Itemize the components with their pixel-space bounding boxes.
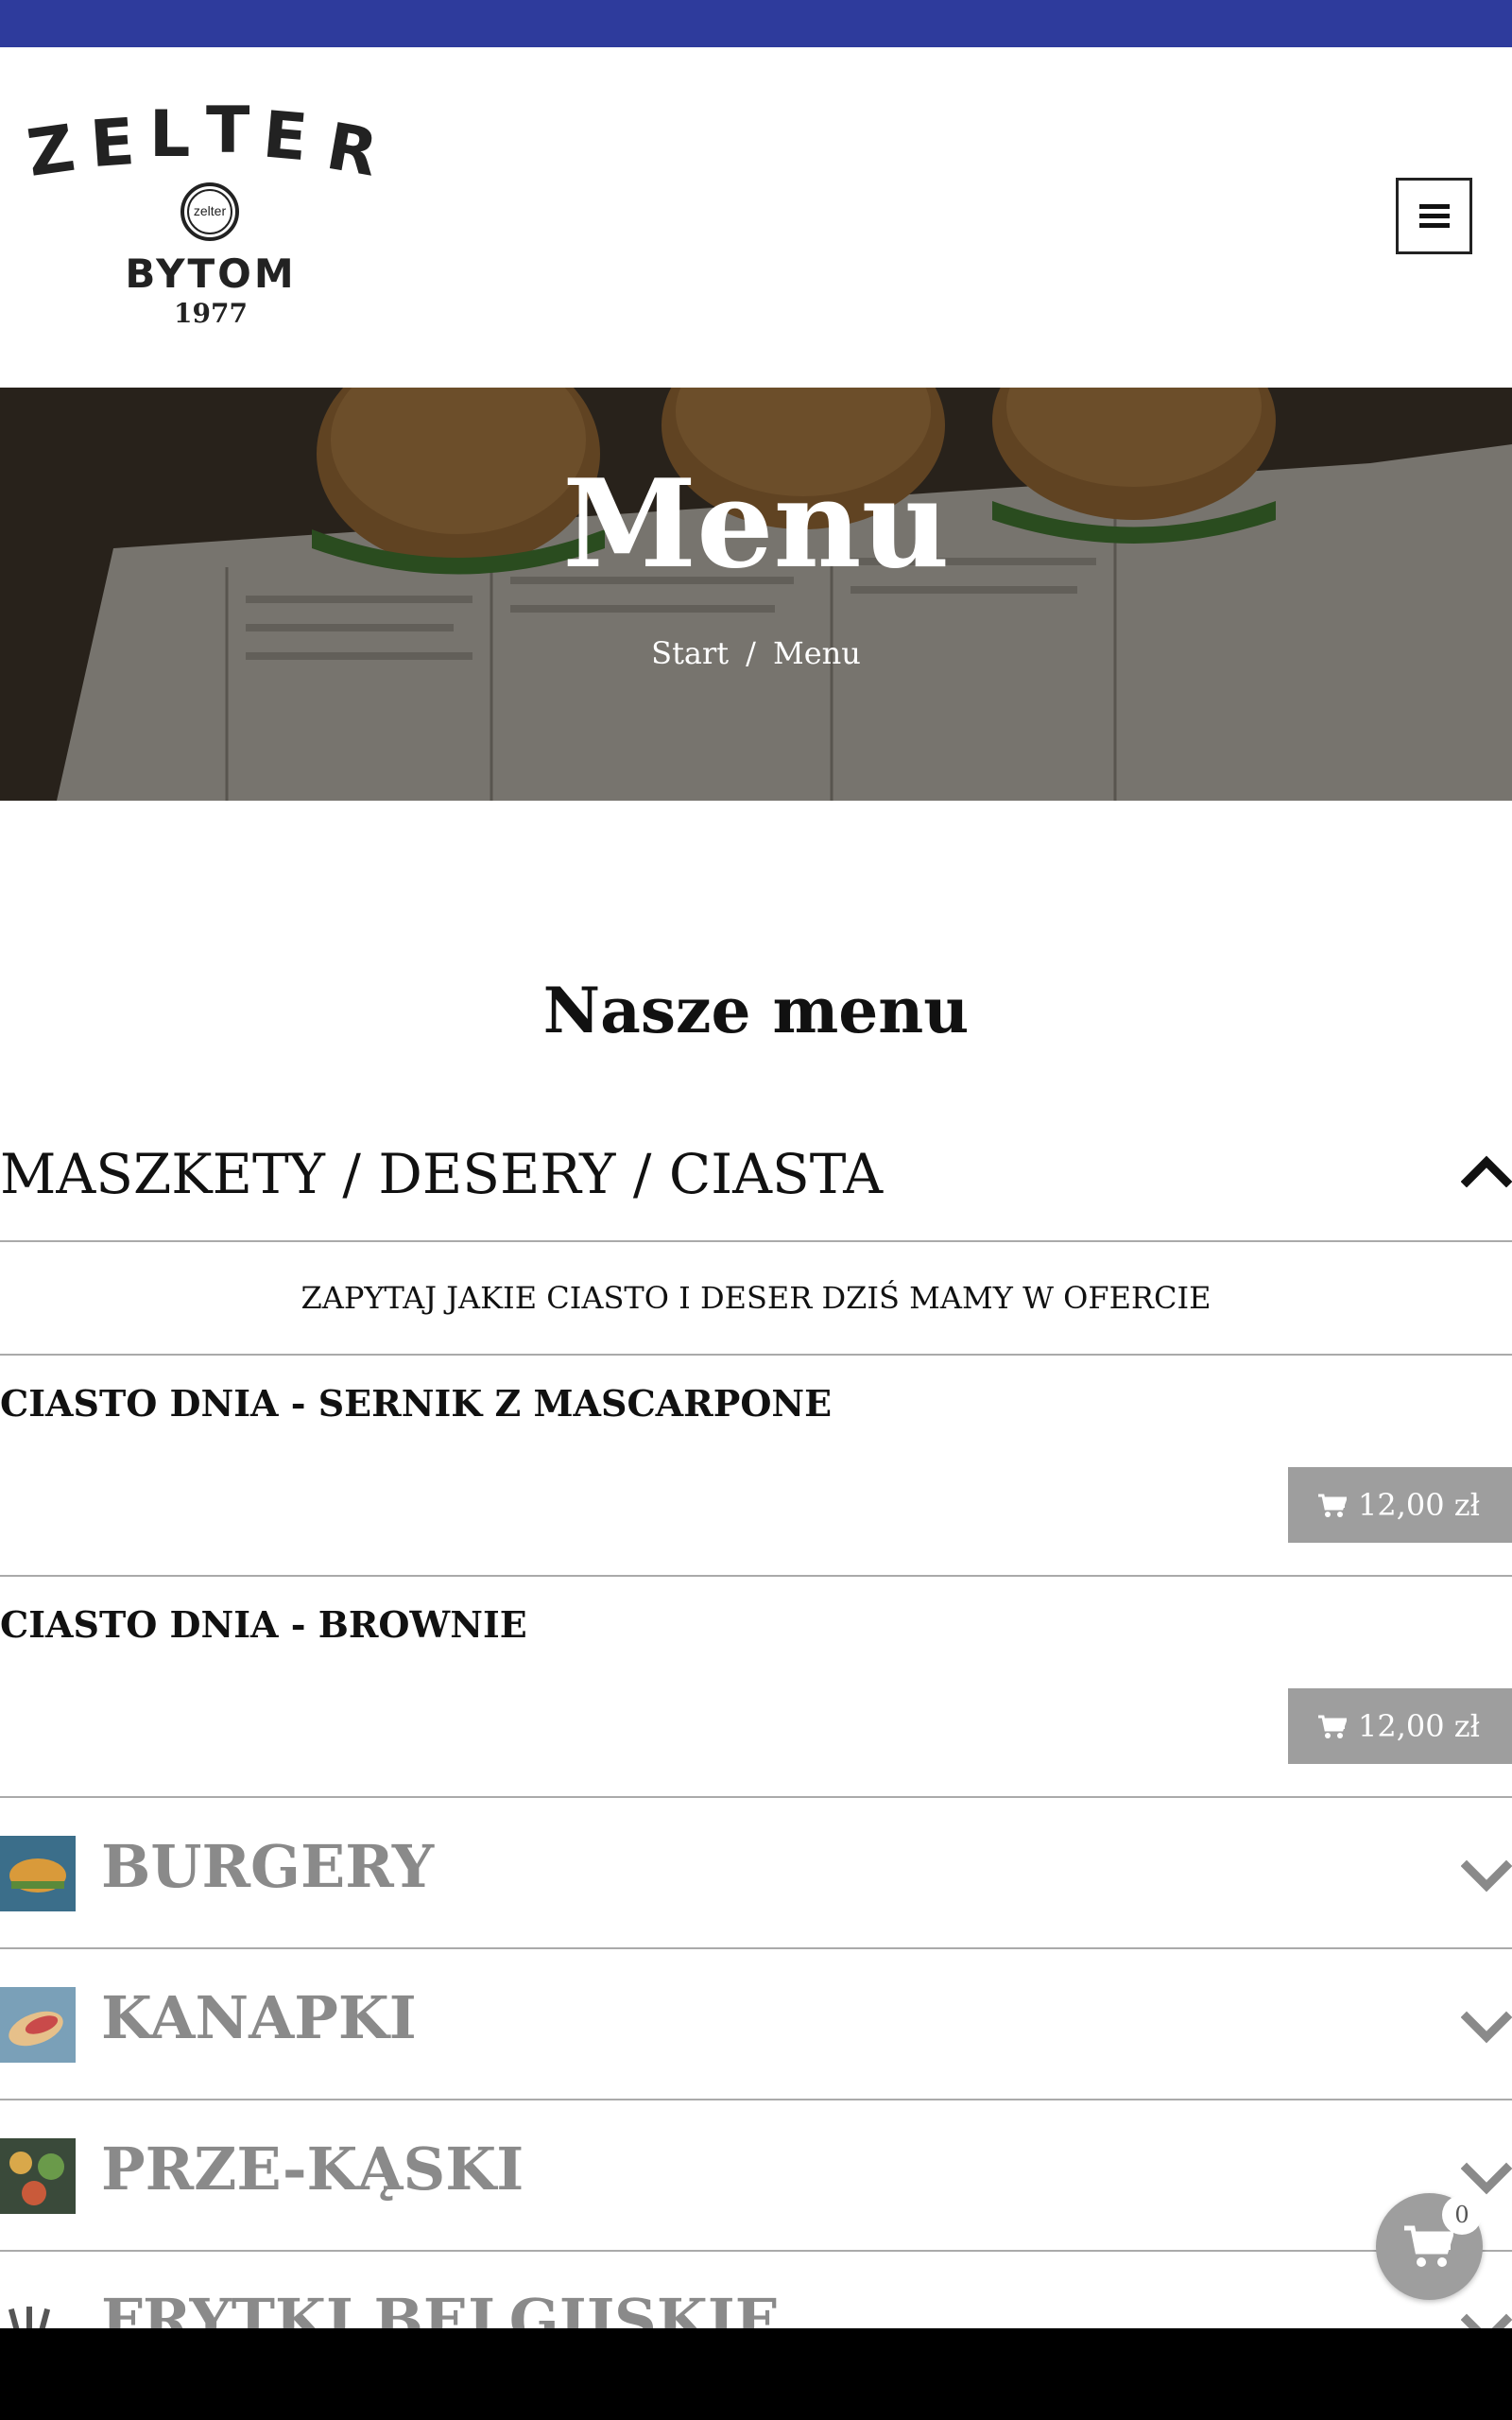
svg-text:E: E <box>260 99 310 176</box>
menu-item-name: CIASTO DNIA - SERNIK Z MASCARPONE <box>0 1382 833 1425</box>
category-kanapki[interactable]: KANAPKI <box>0 1949 1512 2100</box>
cart-count-badge: 0 <box>1442 2195 1482 2235</box>
logo[interactable]: Z E L T E R zelter BYTOM 1977 <box>26 99 395 336</box>
category-name: MASZKETY / DESERY / CIASTA <box>0 1142 884 1206</box>
chevron-down-icon <box>1461 2011 1512 2044</box>
add-to-cart-button[interactable]: 12,00 zł <box>1288 1688 1512 1764</box>
cart-icon <box>1318 1494 1347 1517</box>
chevron-up-icon <box>1461 1155 1512 1187</box>
logo-badge: zelter <box>180 182 239 241</box>
price-label: 12,00 zł <box>1358 1708 1481 1744</box>
svg-text:E: E <box>88 105 137 182</box>
price-label: 12,00 zł <box>1358 1487 1481 1523</box>
category-thumbnail <box>0 2138 76 2214</box>
category-thumbnail <box>0 1987 76 2063</box>
menu-toggle-button[interactable] <box>1396 178 1472 254</box>
breadcrumb-home-link[interactable]: Start <box>651 635 729 671</box>
category-name: BURGERY <box>101 1832 435 1901</box>
section-heading: Nasze menu <box>542 974 970 1047</box>
logo-year: 1977 <box>174 298 248 329</box>
category-name: PRZE-KĄSKI <box>101 2135 524 2204</box>
site-header: Z E L T E R zelter BYTOM 1977 <box>0 47 1512 388</box>
svg-text:L: L <box>149 99 190 172</box>
category-thumbnail <box>0 1836 76 1911</box>
breadcrumb-current: Menu <box>772 635 861 671</box>
menu-item: CIASTO DNIA - SERNIK Z MASCARPONE 12,00 … <box>0 1356 1512 1577</box>
logo-city: BYTOM <box>125 251 297 297</box>
chevron-down-icon <box>1461 1859 1512 1893</box>
category-name: KANAPKI <box>101 1983 417 2052</box>
cart-icon <box>1404 2225 1453 2267</box>
add-to-cart-button[interactable]: 12,00 zł <box>1288 1467 1512 1543</box>
page-hero: Menu Start / Menu <box>0 388 1512 801</box>
hamburger-icon <box>1419 204 1450 228</box>
breadcrumb: Start / Menu <box>0 635 1512 671</box>
menu-item: CIASTO DNIA - BROWNIE 12,00 zł <box>0 1577 1512 1798</box>
category-burgery[interactable]: BURGERY <box>0 1798 1512 1949</box>
bottom-black-bar <box>0 2328 1512 2420</box>
svg-text:R: R <box>321 110 383 192</box>
page-title: Menu <box>562 454 950 596</box>
category-notice: ZAPYTAJ JAKIE CIASTO I DESER DZIŚ MAMY W… <box>0 1242 1512 1356</box>
category-header-desserts[interactable]: MASZKETY / DESERY / CIASTA <box>0 1125 1512 1242</box>
top-accent-bar <box>0 0 1512 47</box>
breadcrumb-separator: / <box>746 635 756 671</box>
menu-item-name: CIASTO DNIA - BROWNIE <box>0 1603 527 1646</box>
category-przekaski[interactable]: PRZE-KĄSKI <box>0 2100 1512 2252</box>
chevron-down-icon <box>1461 2162 1512 2195</box>
svg-text:T: T <box>206 99 250 168</box>
cart-icon <box>1318 1715 1347 1738</box>
floating-cart-button[interactable]: 0 <box>1376 2193 1483 2300</box>
svg-text:Z: Z <box>26 112 79 192</box>
